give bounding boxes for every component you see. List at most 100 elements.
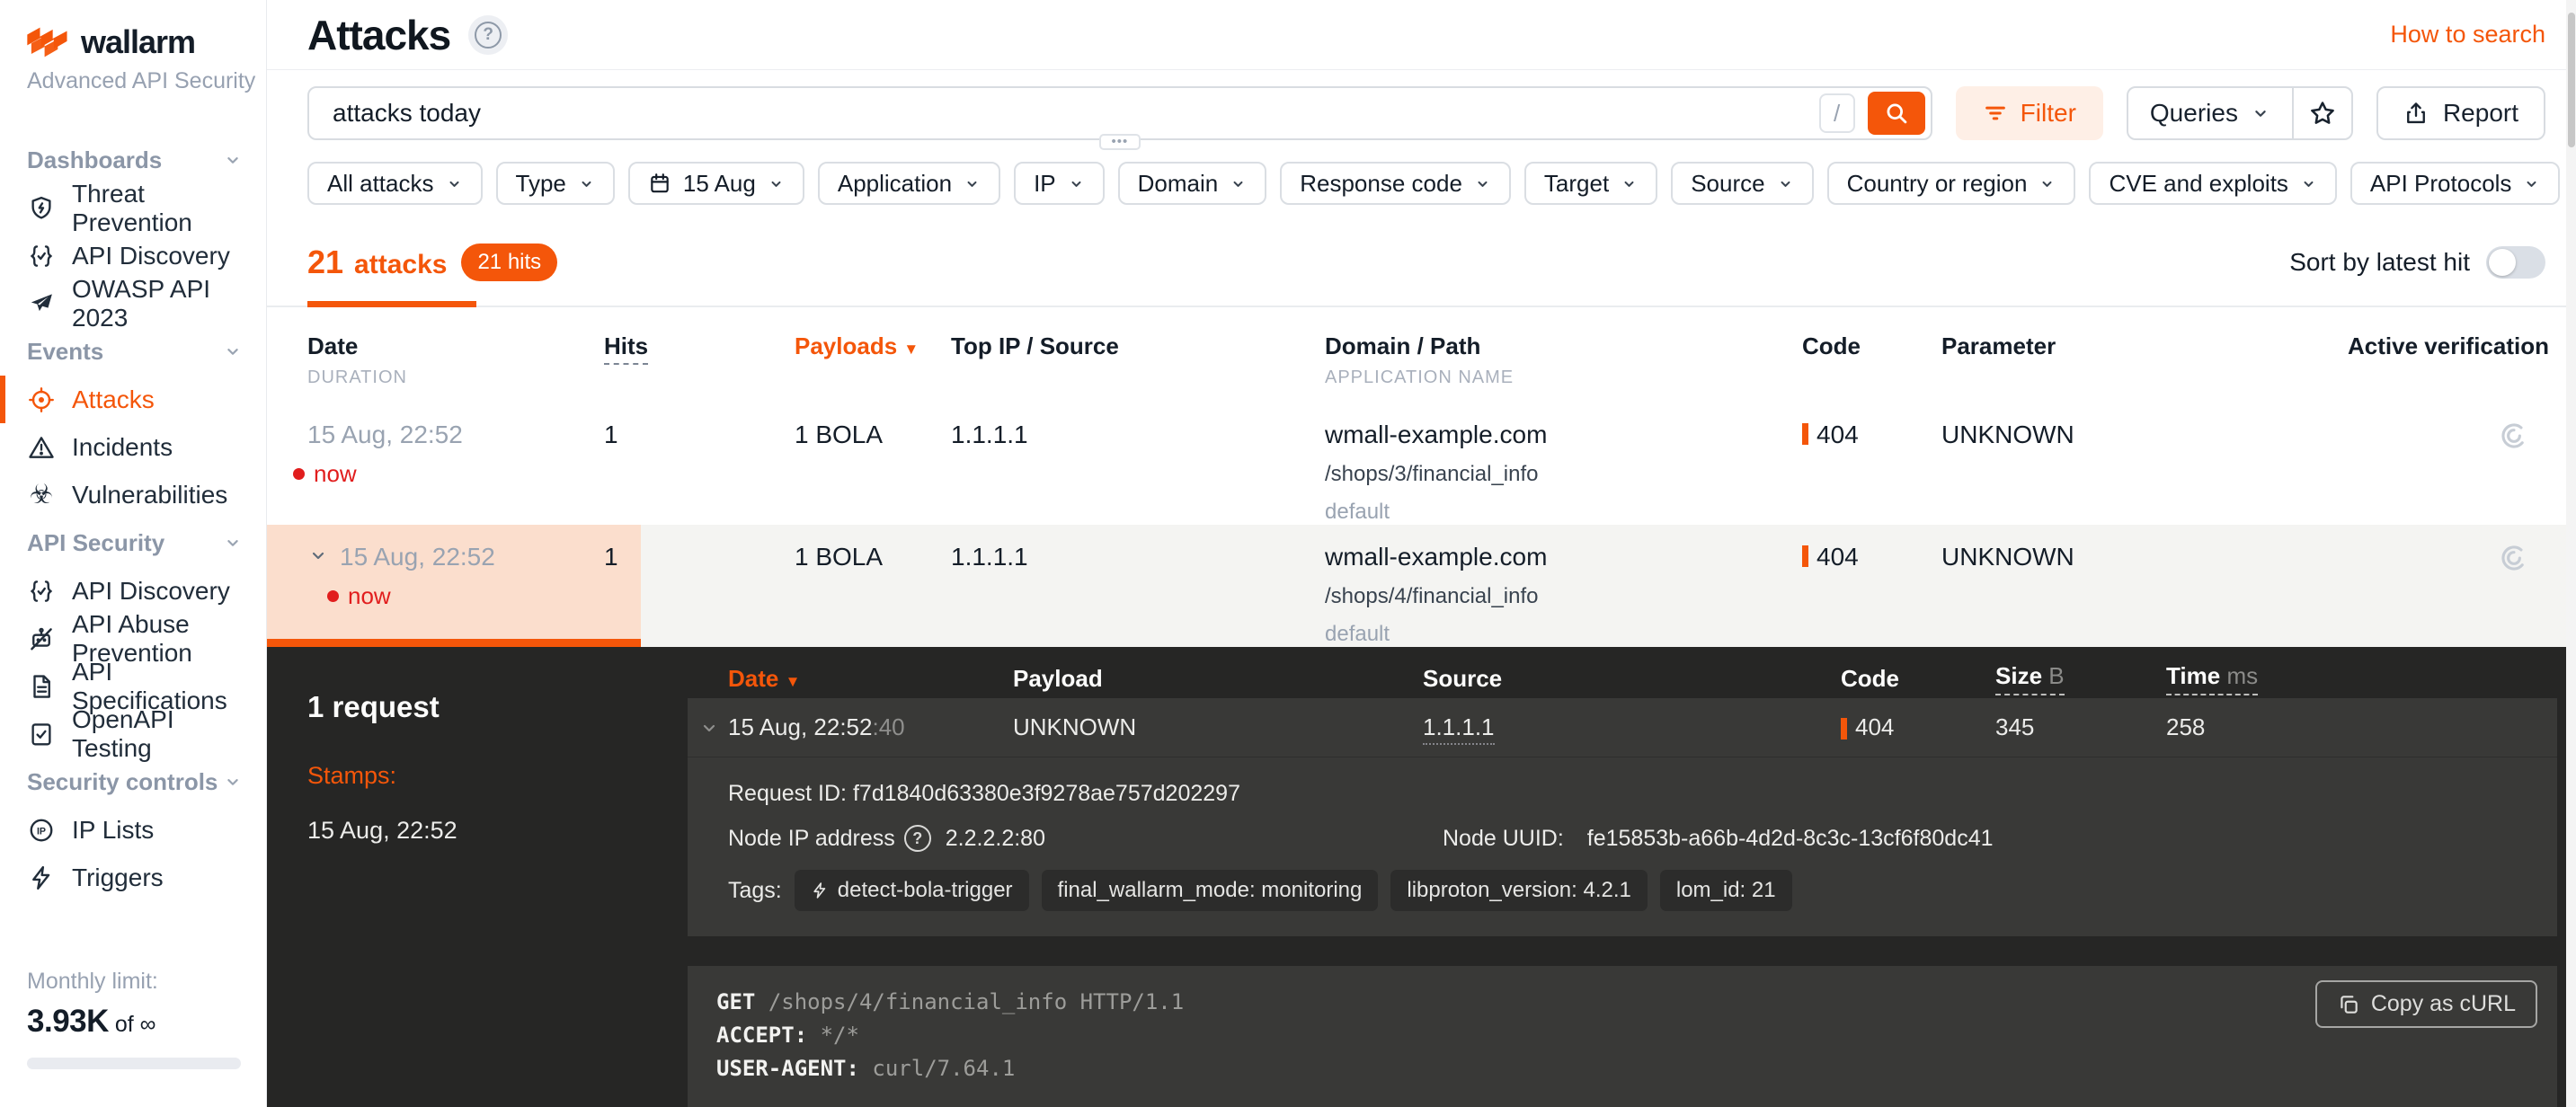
- sidebar-item-api-discovery-2[interactable]: API Discovery: [0, 567, 266, 615]
- chevron-down-icon: [1474, 175, 1491, 192]
- sidebar-item-api-discovery[interactable]: API Discovery: [0, 232, 266, 279]
- attack-response-code: 404: [1802, 421, 1941, 525]
- sidebar-item-attacks[interactable]: Attacks: [0, 376, 266, 423]
- star-icon: [2308, 99, 2337, 128]
- detail-column-source: Source: [1423, 665, 1841, 693]
- request-time: 258: [2166, 713, 2557, 741]
- chevron-down-icon: [2300, 175, 2317, 192]
- lightning-icon: [27, 863, 56, 892]
- sidebar-section-events[interactable]: Events: [0, 327, 266, 376]
- detail-column-time[interactable]: Time ms: [2166, 662, 2557, 695]
- brand-logo[interactable]: wallarm: [0, 23, 266, 61]
- attack-row-2-expanded[interactable]: 15 Aug, 22:52 now 1 1 BOLA 1.1.1.1 wmall…: [267, 525, 2576, 647]
- attack-parameter: UNKNOWN: [1941, 421, 2289, 525]
- page-title: Attacks: [307, 11, 450, 59]
- filter-chip-application[interactable]: Application: [818, 162, 1000, 205]
- active-verification-cell[interactable]: [2289, 421, 2549, 525]
- filter-chip-domain[interactable]: Domain: [1118, 162, 1267, 205]
- attack-application: default: [1325, 500, 1802, 525]
- request-count: 1 request: [307, 690, 688, 724]
- live-dot-icon: [327, 590, 339, 602]
- tag-final-wallarm-mode[interactable]: final_wallarm_mode: monitoring: [1042, 870, 1379, 911]
- filter-button[interactable]: Filter: [1956, 86, 2103, 140]
- tag-libproton-version[interactable]: libproton_version: 4.2.1: [1390, 870, 1648, 911]
- chevron-down-icon: [578, 175, 595, 192]
- request-size: 345: [1995, 713, 2166, 741]
- detail-column-size[interactable]: Size B: [1995, 662, 2166, 695]
- sidebar-nav: Dashboards Threat Prevention API Discove…: [0, 136, 266, 901]
- detail-column-payload: Payload: [1013, 665, 1423, 693]
- filter-chips-row: All attacks Type 15 Aug Application IP D…: [267, 140, 2576, 205]
- sidebar-section-dashboards[interactable]: Dashboards: [0, 136, 266, 184]
- filter-chip-country[interactable]: Country or region: [1827, 162, 2076, 205]
- column-header-code: Code: [1802, 332, 1941, 388]
- collapse-chevron-icon[interactable]: [307, 545, 329, 566]
- column-header-hits[interactable]: Hits: [604, 332, 795, 388]
- sidebar-section-api-security[interactable]: API Security: [0, 518, 266, 567]
- attack-domain: wmall-example.com: [1325, 543, 1802, 571]
- filter-chip-response-code[interactable]: Response code: [1280, 162, 1511, 205]
- tag-detect-bola-trigger[interactable]: detect-bola-trigger: [795, 870, 1029, 911]
- copy-as-curl-button[interactable]: Copy as cURL: [2315, 980, 2537, 1028]
- sidebar-item-owasp-api-2023[interactable]: OWASP API 2023: [0, 279, 266, 327]
- favorite-query-button[interactable]: [2294, 88, 2351, 138]
- node-uuid-value: fe15853b-a66b-4d2d-8c3c-13cf6f80dc41: [1587, 826, 1994, 852]
- sidebar-item-incidents[interactable]: Incidents: [0, 423, 266, 471]
- search-icon: [1884, 101, 1909, 126]
- detail-request-row[interactable]: 15 Aug, 22:52:40 UNKNOWN 1.1.1.1 404 345…: [688, 698, 2557, 757]
- question-circle-icon[interactable]: ?: [904, 825, 931, 852]
- monthly-limit-label: Monthly limit:: [27, 969, 241, 995]
- scrollbar-thumb[interactable]: [2568, 13, 2575, 147]
- attack-detail-panel: 1 request Stamps: 15 Aug, 22:52 Date ▼ P…: [267, 647, 2576, 1107]
- sidebar-item-triggers[interactable]: Triggers: [0, 854, 266, 901]
- column-header-payloads[interactable]: Payloads ▼: [795, 332, 951, 388]
- sidebar-item-threat-prevention[interactable]: Threat Prevention: [0, 184, 266, 232]
- sidebar-item-api-abuse-prevention[interactable]: API Abuse Prevention: [0, 615, 266, 662]
- filter-chip-source[interactable]: Source: [1671, 162, 1813, 205]
- queries-button[interactable]: Queries: [2128, 88, 2292, 138]
- tab-attacks-count[interactable]: 21 attacks: [307, 244, 447, 281]
- monthly-limit-value: 3.93K of ∞: [27, 1004, 241, 1040]
- filter-chip-type[interactable]: Type: [496, 162, 615, 205]
- sidebar-section-security-controls[interactable]: Security controls: [0, 757, 266, 806]
- page-scrollbar[interactable]: [2566, 0, 2576, 1107]
- export-icon: [2403, 101, 2429, 126]
- request-metadata: Request ID: f7d1840d63380e3f9278ae757d20…: [688, 757, 2557, 936]
- detail-column-date[interactable]: Date ▼: [688, 665, 1013, 693]
- filter-chip-all-attacks[interactable]: All attacks: [307, 162, 483, 205]
- search-input[interactable]: [333, 99, 1819, 128]
- filter-chip-cve[interactable]: CVE and exploits: [2089, 162, 2336, 205]
- results-bar: 21 attacks 21 hits Sort by latest hit: [267, 237, 2576, 288]
- sidebar-item-ip-lists[interactable]: IP IP Lists: [0, 806, 266, 854]
- active-verification-cell[interactable]: [2289, 543, 2549, 647]
- attack-hits: 1: [604, 421, 795, 525]
- collapse-chevron-icon[interactable]: [698, 717, 720, 739]
- attack-row-1[interactable]: 15 Aug, 22:52 now 1 1 BOLA 1.1.1.1 wmall…: [267, 403, 2576, 525]
- how-to-search-link[interactable]: How to search: [2390, 21, 2545, 49]
- brand-name: wallarm: [81, 23, 195, 61]
- biohazard-icon: ☣: [27, 481, 56, 509]
- sidebar-item-openapi-testing[interactable]: OpenAPI Testing: [0, 710, 266, 757]
- column-header-parameter: Parameter: [1941, 332, 2289, 388]
- filter-chip-target[interactable]: Target: [1524, 162, 1657, 205]
- filter-chip-ip[interactable]: IP: [1014, 162, 1105, 205]
- detail-request-card: 15 Aug, 22:52:40 UNKNOWN 1.1.1.1 404 345…: [688, 698, 2557, 936]
- sidebar-item-api-specifications[interactable]: API Specifications: [0, 662, 266, 710]
- help-icon[interactable]: ?: [468, 15, 508, 55]
- page-header: Attacks ? How to search: [267, 0, 2576, 70]
- sidebar-item-vulnerabilities[interactable]: ☣ Vulnerabilities: [0, 471, 266, 518]
- wallarm-logo-icon: [27, 27, 68, 58]
- search-button[interactable]: [1868, 92, 1925, 135]
- request-code: 404: [1841, 713, 1995, 741]
- filter-chip-api-protocols[interactable]: API Protocols: [2350, 162, 2561, 205]
- filter-icon: [1983, 101, 2008, 126]
- search-resize-handle[interactable]: •••: [1099, 134, 1141, 150]
- request-header-accept: ACCEPT: */*: [716, 1019, 2521, 1052]
- tag-lom-id[interactable]: lom_id: 21: [1660, 870, 1792, 911]
- sort-toggle[interactable]: [2486, 246, 2545, 279]
- request-source[interactable]: 1.1.1.1: [1423, 713, 1841, 741]
- monthly-limit-widget: Monthly limit: 3.93K of ∞: [0, 969, 266, 1107]
- filter-chip-date[interactable]: 15 Aug: [628, 162, 804, 205]
- report-button[interactable]: Report: [2376, 86, 2545, 140]
- column-header-domain: Domain / Path APPLICATION NAME: [1325, 332, 1802, 388]
